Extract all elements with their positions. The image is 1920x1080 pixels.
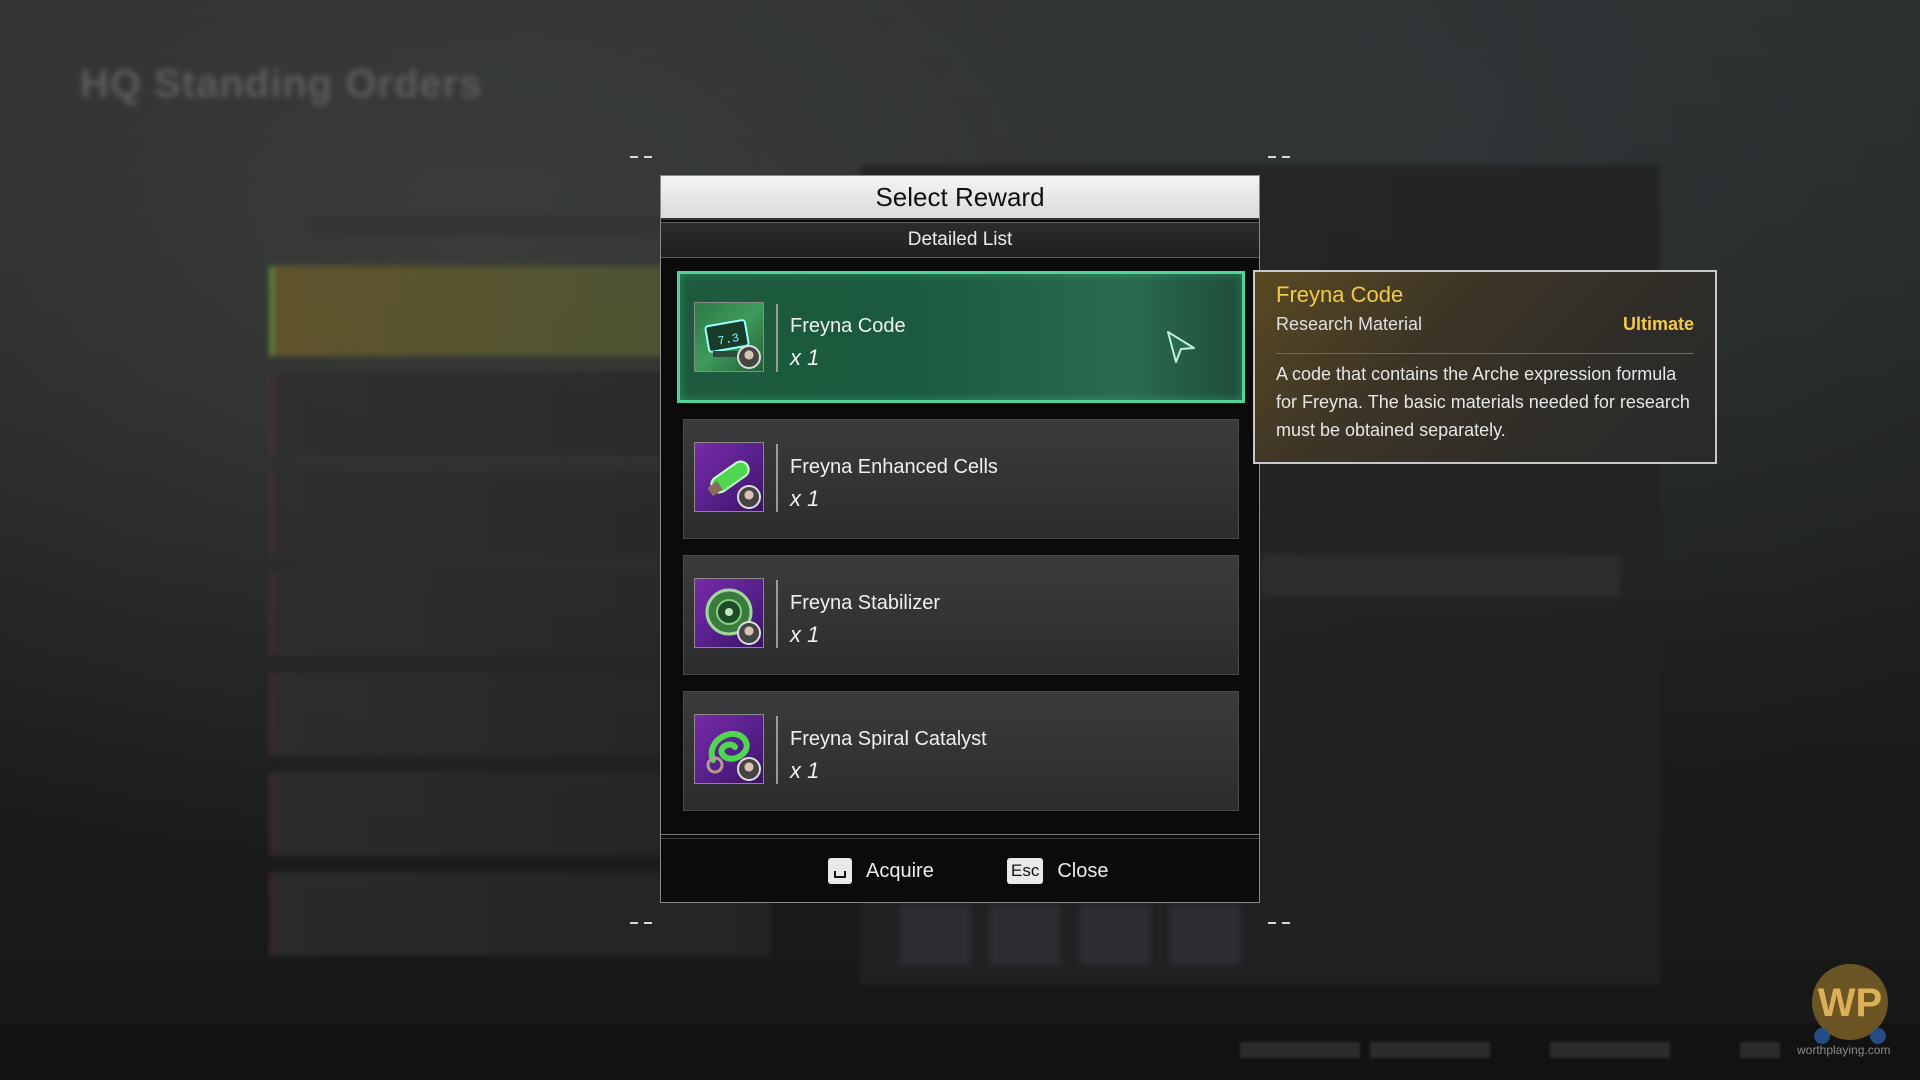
dialog-footer: Acquire Esc Close (661, 840, 1259, 902)
close-label: Close (1057, 859, 1109, 882)
esc-key-icon: Esc (1007, 858, 1044, 884)
reward-item-freyna-enhanced-cells[interactable]: Freyna Enhanced Cells x 1 (683, 419, 1239, 539)
corner-bracket-top-right (1268, 152, 1290, 162)
corner-bracket-bottom-left (630, 918, 652, 928)
acquire-label: Acquire (866, 859, 934, 882)
dialog-subtitle: Detailed List (661, 222, 1259, 258)
watermark-text: worthplaying.com (1797, 1043, 1891, 1057)
reward-item-name: Freyna Code (790, 315, 906, 337)
svg-text:WP: WP (1818, 981, 1882, 1025)
tooltip-item-name: Freyna Code (1276, 282, 1404, 307)
reward-item-name: Freyna Spiral Catalyst (790, 728, 987, 750)
spiral-catalyst-icon (694, 714, 764, 784)
reward-item-freyna-code[interactable]: 7.3 Freyna Code x 1 (677, 271, 1245, 403)
corner-bracket-top-left (630, 152, 652, 162)
tooltip-description: A code that contains the Arche expressio… (1276, 364, 1690, 440)
item-separator (776, 444, 778, 512)
footer-divider (661, 834, 1259, 835)
reward-list: 7.3 Freyna Code x 1 Freyna Enhanced Cell… (677, 271, 1245, 827)
reward-item-name: Freyna Stabilizer (790, 592, 941, 614)
background-bottom-bar (0, 1024, 1920, 1080)
item-tooltip: Freyna Code Research Material Ultimate A… (1253, 270, 1717, 464)
freyna-portrait-icon (737, 621, 761, 645)
freyna-portrait-icon (737, 757, 761, 781)
freyna-portrait-icon (737, 485, 761, 509)
spacebar-key-icon (828, 858, 852, 884)
stabilizer-disc-icon (694, 578, 764, 648)
reward-item-freyna-stabilizer[interactable]: Freyna Stabilizer x 1 (683, 555, 1239, 675)
reward-item-quantity: x 1 (790, 758, 820, 783)
tooltip-item-rarity: Ultimate (1622, 314, 1694, 334)
tooltip-divider (1276, 353, 1694, 354)
reward-item-quantity: x 1 (790, 345, 820, 370)
item-separator (776, 580, 778, 648)
footer-divider-inner (661, 838, 1259, 839)
code-chip-icon: 7.3 (694, 302, 764, 372)
reward-item-name: Freyna Enhanced Cells (790, 456, 998, 478)
watermark-logo-icon: WP (1812, 964, 1888, 1044)
select-reward-dialog: Select Reward Detailed List 7.3 Freyna C… (660, 175, 1260, 903)
close-button[interactable]: Esc Close (1007, 858, 1108, 884)
freyna-portrait-icon (737, 345, 761, 369)
acquire-button[interactable]: Acquire (828, 858, 934, 884)
dialog-title: Select Reward (661, 176, 1259, 220)
background-page-title: HQ Standing Orders (80, 62, 483, 106)
reward-item-quantity: x 1 (790, 622, 820, 647)
cell-capsule-icon (694, 442, 764, 512)
corner-bracket-bottom-right (1268, 918, 1290, 928)
reward-item-freyna-spiral-catalyst[interactable]: Freyna Spiral Catalyst x 1 (683, 691, 1239, 811)
tooltip-item-type: Research Material (1276, 314, 1423, 334)
reward-item-quantity: x 1 (790, 486, 820, 511)
item-separator (776, 716, 778, 784)
mouse-cursor-icon (1167, 331, 1195, 363)
item-separator (776, 304, 778, 372)
